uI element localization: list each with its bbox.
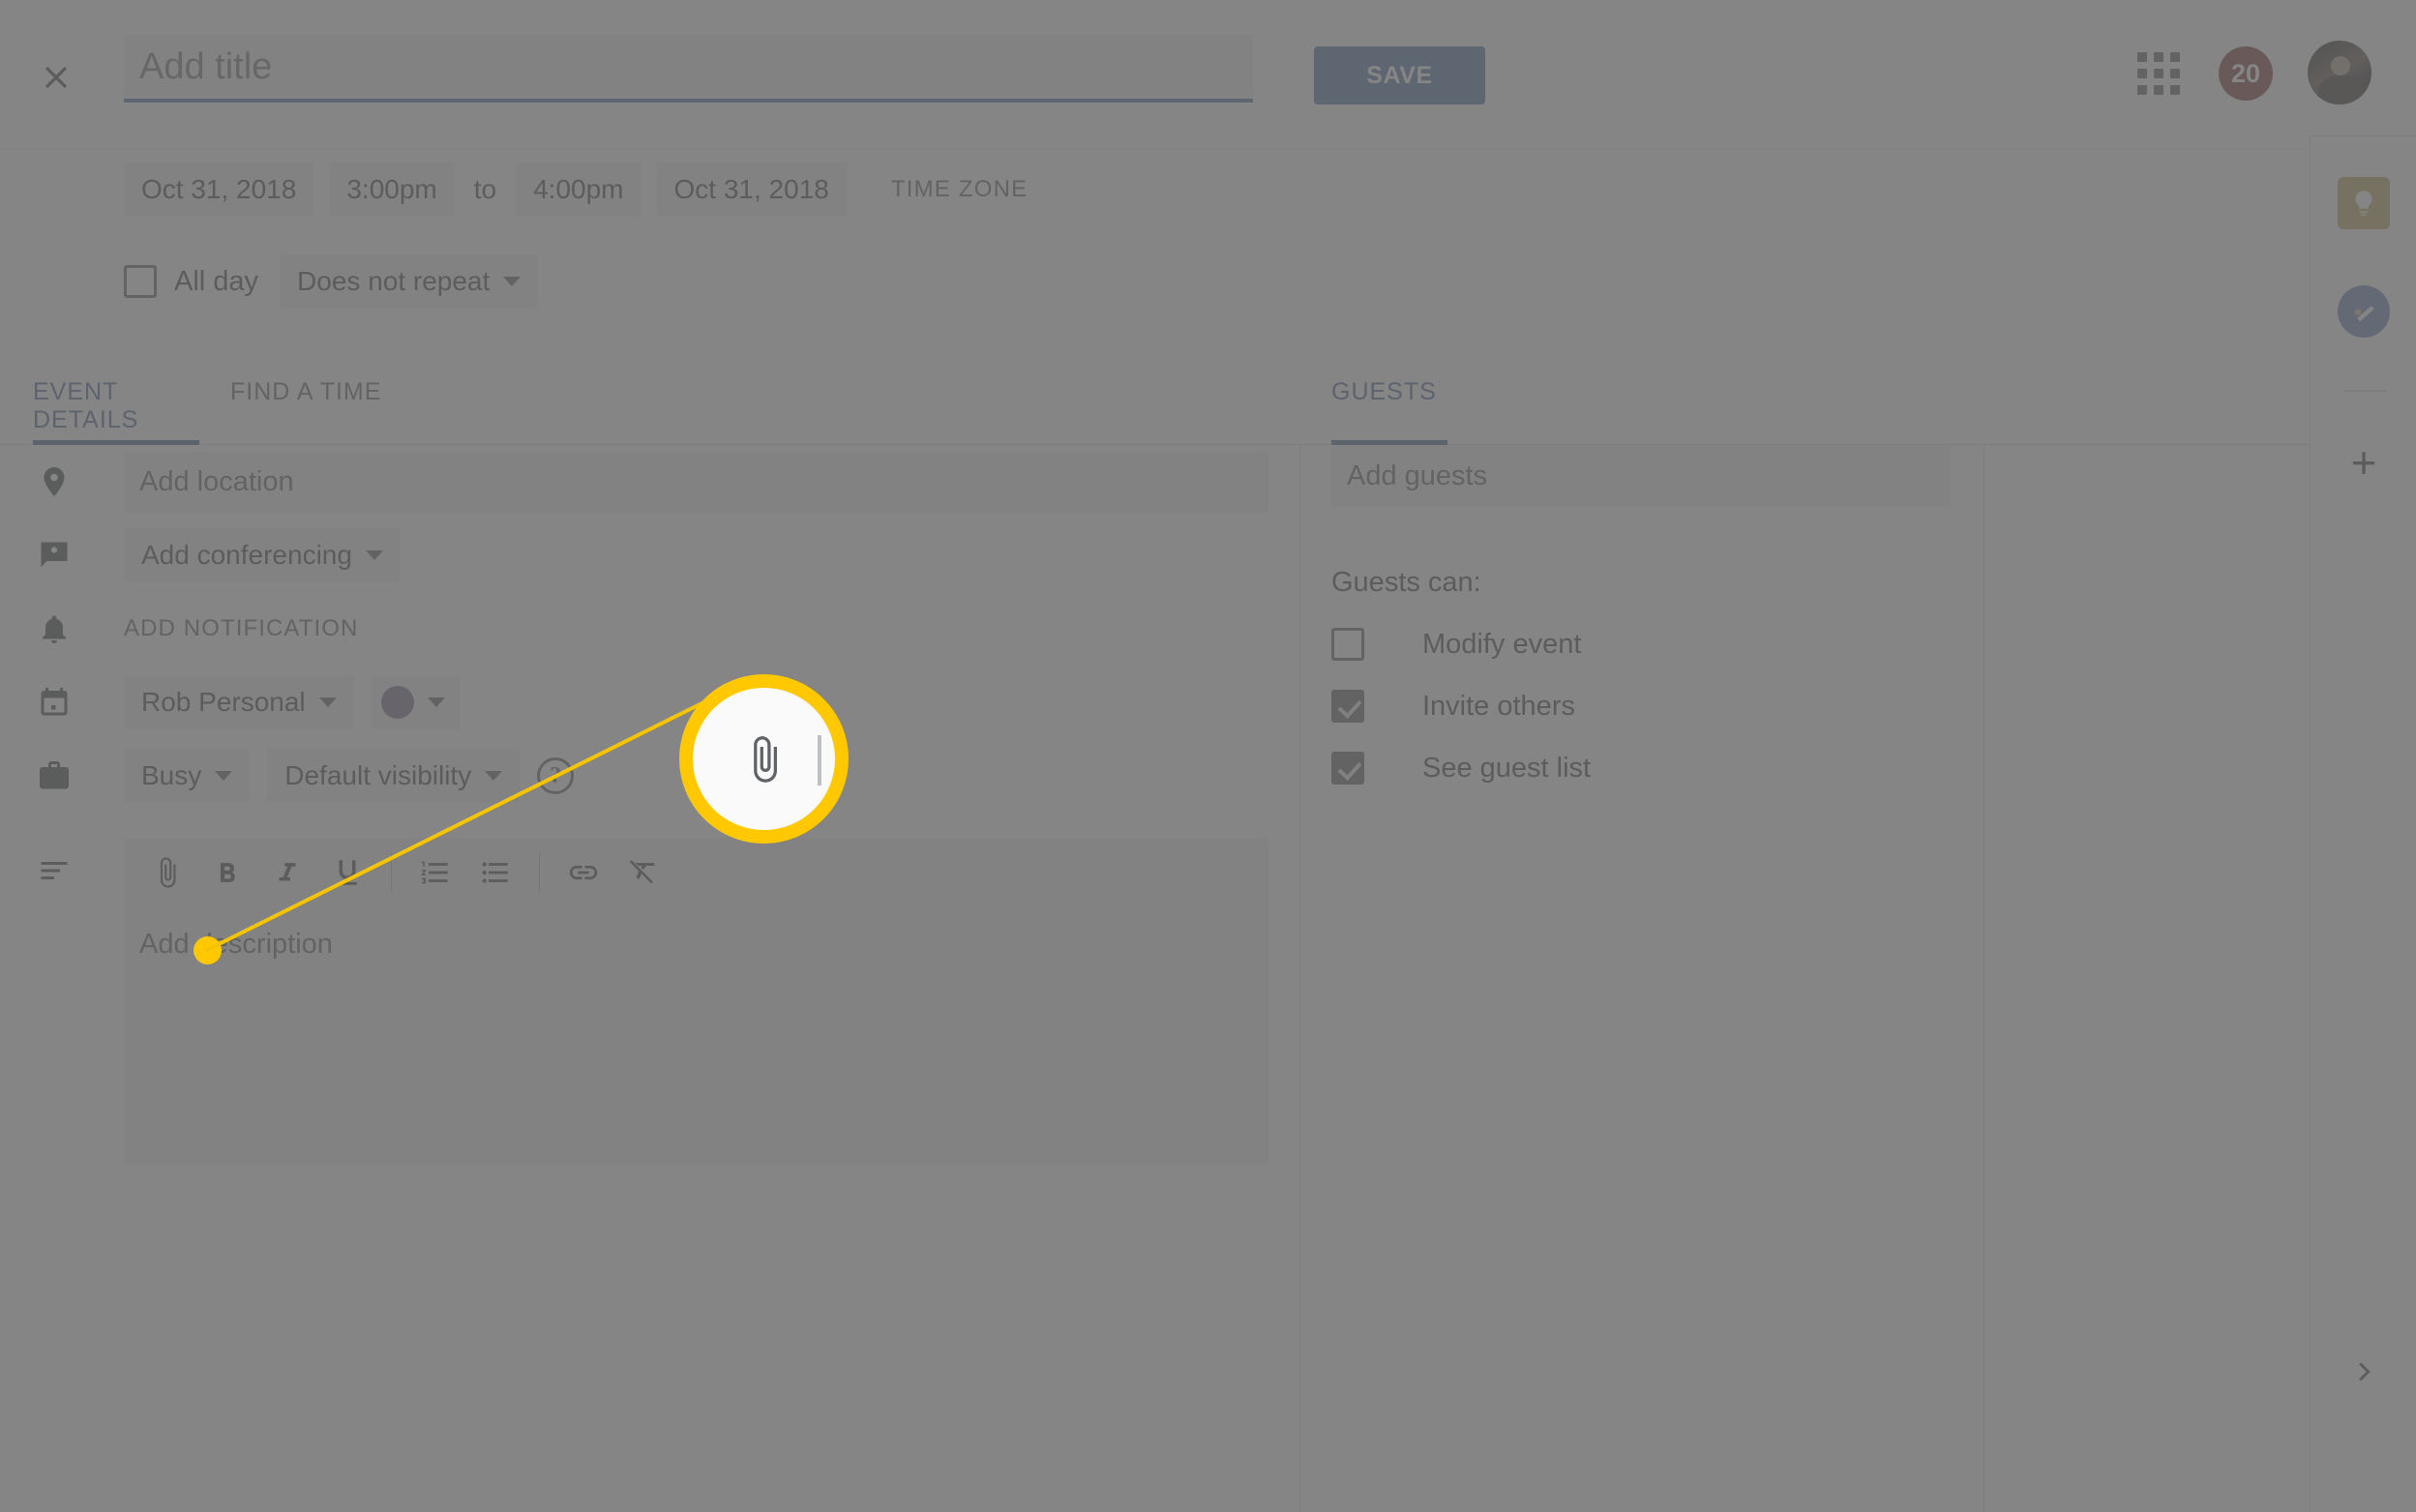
description-toolbar [124,838,1268,907]
calendar-select[interactable]: Rob Personal [124,675,354,729]
location-input[interactable] [124,451,1268,513]
event-color-select[interactable] [371,675,461,729]
add-guests-input[interactable] [1331,445,1951,507]
chevron-down-icon [365,550,383,560]
toolbar-separator [539,852,540,893]
start-date-field[interactable]: Oct 31, 2018 [124,163,314,217]
apps-grid-icon[interactable] [2132,46,2186,101]
guests-permissions-label: Guests can: [1331,567,1481,598]
repeat-dropdown[interactable]: Does not repeat [280,254,539,309]
add-conferencing-label: Add conferencing [141,540,352,570]
numbered-list-icon[interactable] [405,843,465,903]
italic-icon[interactable] [257,843,317,903]
video-conference-icon [33,534,75,577]
notification-body: ADD NOTIFICATION [124,615,358,642]
tab-find-a-time[interactable]: FIND A TIME [230,372,389,445]
modify-event-label: Modify event [1422,628,1582,660]
chevron-down-icon [318,697,337,707]
availability-row: Busy Default visibility ? [0,739,1299,813]
all-day-checkbox[interactable] [124,265,157,298]
chevron-down-icon [485,771,503,781]
start-time-field[interactable]: 3:00pm [329,163,455,217]
see-guest-list-label: See guest list [1422,752,1592,784]
event-title-input[interactable] [124,35,1253,103]
schedule-row: Oct 31, 2018 3:00pm to 4:00pm Oct 31, 20… [124,163,1028,217]
visibility-select[interactable]: Default visibility [267,749,521,803]
invite-others-checkbox[interactable] [1331,690,1364,723]
rail-divider [2343,390,2386,392]
guests-panel: Guests can: Modify event Invite others S… [1331,445,1970,785]
time-zone-button[interactable]: TIME ZONE [891,176,1028,203]
toolbar-separator [391,852,392,893]
add-notification-button[interactable]: ADD NOTIFICATION [124,615,358,642]
all-day-label: All day [174,265,259,297]
tab-event-details[interactable]: EVENT DETAILS [33,372,199,445]
notification-row: ADD NOTIFICATION [0,592,1299,666]
tabs-bar: EVENT DETAILS FIND A TIME GUESTS [0,372,2416,445]
description-input[interactable] [124,907,1268,1164]
chevron-down-icon [427,697,445,707]
permission-row-invite-others: Invite others [1331,690,1970,723]
visibility-label: Default visibility [284,760,472,790]
to-label: to [473,174,497,204]
location-body [124,451,1268,513]
avatar[interactable] [2308,41,2371,104]
chevron-right-icon[interactable] [2343,1350,2386,1393]
location-pin-icon [33,460,75,503]
end-date-field[interactable]: Oct 31, 2018 [656,163,847,217]
modify-event-checkbox[interactable] [1331,628,1364,661]
google-keep-icon[interactable] [2338,177,2390,229]
conferencing-body: Add conferencing [124,528,401,582]
availability-label: Busy [141,760,202,790]
bulleted-list-icon[interactable] [465,843,525,903]
calendar-icon [33,681,75,724]
plus-icon[interactable]: + [2338,436,2390,489]
tab-guests[interactable]: GUESTS [1331,372,1447,445]
see-guest-list-checkbox[interactable] [1331,752,1364,785]
availability-body: Busy Default visibility ? [124,749,575,803]
invite-others-label: Invite others [1422,690,1575,722]
color-swatch [380,686,414,719]
calendar-row: Rob Personal [0,666,1299,739]
briefcase-icon [33,755,75,797]
event-details-panel: Add conferencing ADD NOTIFICATION Rob Pe… [0,445,1299,1169]
top-bar: SAVE 20 [0,0,2416,150]
underline-icon[interactable] [317,843,377,903]
avatar-head [2331,56,2350,75]
bold-icon[interactable] [197,843,257,903]
calendar-label: Rob Personal [141,687,306,717]
notification-badge[interactable]: 20 [2219,46,2273,101]
help-question-icon[interactable]: ? [537,757,575,794]
all-day-row: All day Does not repeat [124,254,539,309]
bell-icon [33,608,75,650]
avatar-body [2317,75,2364,104]
description-lines-icon [33,849,75,892]
close-icon-glyph [45,66,68,89]
availability-select[interactable]: Busy [124,749,251,803]
clear-formatting-icon[interactable] [613,843,673,903]
chevron-down-icon [503,277,522,286]
permission-row-modify-event: Modify event [1331,628,1970,661]
google-tasks-icon[interactable] [2338,285,2390,338]
add-conferencing-dropdown[interactable]: Add conferencing [124,528,401,582]
calendar-body: Rob Personal [124,675,461,729]
end-time-field[interactable]: 4:00pm [516,163,641,217]
chevron-down-icon [215,771,233,781]
conferencing-row: Add conferencing [0,519,1299,592]
description-block [0,838,1299,1169]
close-icon[interactable] [35,56,77,99]
addons-rail: + [2310,135,2416,1512]
google-calendar-event-editor: SAVE 20 Oct 31, 2018 3:00pm to 4:00pm Oc… [0,0,2416,1512]
link-icon[interactable] [553,843,613,903]
column-divider-left [1299,445,1300,1512]
location-row [0,445,1299,519]
save-button[interactable]: SAVE [1314,46,1485,104]
permission-row-see-guest-list: See guest list [1331,752,1970,785]
repeat-label: Does not repeat [297,266,491,296]
paperclip-icon[interactable] [137,843,197,903]
